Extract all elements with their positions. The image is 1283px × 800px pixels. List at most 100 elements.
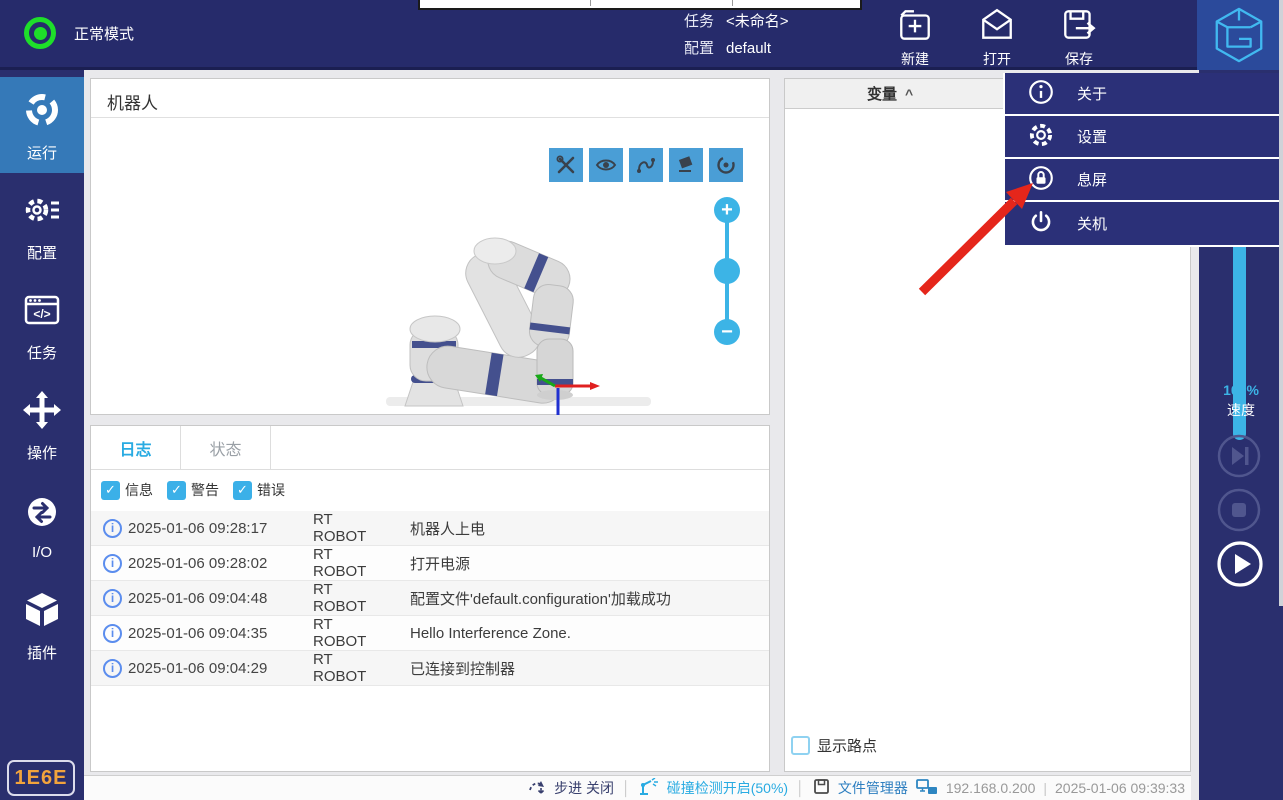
file-manager-link[interactable]: 文件管理器 [838,778,908,798]
view-eraser-button[interactable] [669,148,703,182]
save-task-icon [1060,6,1098,47]
sidebar-item-plugin[interactable]: 插件 [0,577,84,673]
info-log-icon: i [103,659,122,678]
filter-info-checkbox[interactable]: ✓ 信息 [101,480,153,500]
view-visibility-button[interactable] [589,148,623,182]
checkbox-checked-icon: ✓ [101,481,120,500]
network-icon [916,778,938,799]
menu-item-settings[interactable]: 设置 [1005,116,1281,159]
robot-view-panel: 机器人 [90,78,770,415]
file-manager-icon [813,778,830,798]
new-task-icon [896,6,934,47]
log-time: 2025-01-06 09:04:35 [128,625,313,642]
info-log-icon: i [103,519,122,538]
log-row[interactable]: i 2025-01-06 09:04:29 RT ROBOT 已连接到控制器 [91,651,769,686]
save-task-button[interactable]: 保存 [1050,6,1108,69]
system-menu: 关于 设置 息屏 关机 [1003,73,1281,247]
step-icon [528,778,546,799]
mode-indicator: 正常模式 [24,17,134,49]
run-icon [20,88,64,136]
sidebar-item-operate[interactable]: 操作 [0,377,84,473]
mode-label: 正常模式 [74,23,134,44]
collision-icon [639,778,659,799]
step-next-button[interactable] [1216,433,1262,484]
open-task-button[interactable]: 打开 [968,6,1026,69]
power-icon [1027,208,1055,240]
checkbox-unchecked-icon [791,736,810,755]
left-nav: 运行 配置 </> 任务 操作 I/O [0,70,84,800]
log-tabs: 日志 状态 [91,426,769,470]
log-source: RT ROBOT [313,546,388,580]
log-row[interactable]: i 2025-01-06 09:04:48 RT ROBOT 配置文件'defa… [91,581,769,616]
view-tools-button[interactable] [549,148,583,182]
view-reset-button[interactable] [709,148,743,182]
zoom-control: + − [700,197,754,357]
cube-logo-icon [1210,6,1268,64]
play-button[interactable] [1216,540,1264,593]
save-task-label: 保存 [1065,49,1093,69]
log-source: RT ROBOT [313,616,388,650]
show-waypoints-label: 显示路点 [817,735,877,756]
tab-status[interactable]: 状态 [181,426,271,470]
robot-3d-view[interactable] [91,79,771,415]
open-task-label: 打开 [983,49,1011,69]
log-message: 打开电源 [410,553,470,574]
log-row[interactable]: i 2025-01-06 09:28:17 RT ROBOT 机器人上电 [91,511,769,546]
log-time: 2025-01-06 09:28:17 [128,520,313,537]
config-label: 配置 [684,35,726,62]
new-task-button[interactable]: 新建 [886,6,944,69]
checkbox-checked-icon: ✓ [233,481,252,500]
menu-item-about[interactable]: 关于 [1005,73,1281,116]
log-row[interactable]: i 2025-01-06 09:04:35 RT ROBOT Hello Int… [91,616,769,651]
show-waypoints-checkbox[interactable]: 显示路点 [791,735,877,756]
log-row[interactable]: i 2025-01-06 09:28:02 RT ROBOT 打开电源 [91,546,769,581]
tab-log[interactable]: 日志 [91,426,181,470]
divider: | [1043,780,1047,796]
brand-logo[interactable] [1197,0,1281,70]
log-panel: 日志 状态 ✓ 信息 ✓ 警告 ✓ 错误 清除 支持文件 i 2025-01-0… [90,425,770,772]
zoom-slider-handle[interactable] [714,258,740,284]
menu-item-label: 关于 [1077,83,1107,104]
task-name: <未命名> [726,13,789,30]
new-task-label: 新建 [901,49,929,69]
menu-item-label: 设置 [1077,126,1107,147]
zoom-in-button[interactable]: + [714,197,740,223]
sidebar-item-run[interactable]: 运行 [0,77,84,173]
collision-status[interactable]: 碰撞检测开启(50%) [667,778,788,798]
controller-ip: 192.168.0.200 [946,780,1036,796]
filter-info-label: 信息 [125,480,153,500]
play-icon [1216,540,1264,588]
log-source: RT ROBOT [313,651,388,685]
zoom-out-button[interactable]: − [714,319,740,345]
variables-title: 变量 [867,83,897,104]
config-name: default [726,40,771,57]
log-source: RT ROBOT [313,581,388,615]
log-time: 2025-01-06 09:28:02 [128,555,313,572]
speed-value: 100% [1199,382,1283,398]
info-icon [1027,78,1055,110]
status-code-badge[interactable]: 1E6E [7,760,75,796]
checkbox-checked-icon: ✓ [167,481,186,500]
stop-button[interactable] [1216,487,1262,538]
view-trajectory-button[interactable] [629,148,663,182]
system-time: 2025-01-06 09:39:33 [1055,780,1185,796]
menu-item-screen-off[interactable]: 息屏 [1005,159,1281,202]
sidebar-item-label: 操作 [27,442,57,463]
task-icon: </> [20,288,64,336]
info-log-icon: i [103,554,122,573]
log-source: RT ROBOT [313,511,388,545]
log-message: 配置文件'default.configuration'加载成功 [410,588,671,609]
sidebar-item-task[interactable]: </> 任务 [0,277,84,373]
menu-item-shutdown[interactable]: 关机 [1005,202,1281,245]
filter-warning-checkbox[interactable]: ✓ 警告 [167,480,219,500]
gear-icon [1027,121,1055,153]
filter-error-checkbox[interactable]: ✓ 错误 [233,480,285,500]
log-time: 2025-01-06 09:04:48 [128,590,313,607]
sidebar-item-configure[interactable]: 配置 [0,177,84,273]
statusbar: 步进 关闭 │ 碰撞检测开启(50%) │ 文件管理器 192.168.0.20… [84,775,1191,800]
open-task-icon [978,6,1016,47]
top-partial-input[interactable] [418,0,862,10]
sidebar-item-io[interactable]: I/O [0,477,84,573]
topbar: 正常模式 任务<未命名> 配置default 新建 打开 [0,0,1283,70]
step-status[interactable]: 步进 关闭 [554,778,614,798]
